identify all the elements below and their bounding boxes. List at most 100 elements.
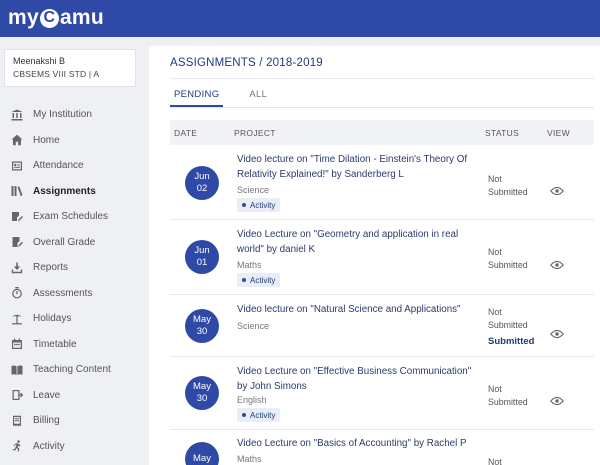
- tag-label: Activity: [250, 200, 276, 210]
- sidebar-item-label: Holidays: [33, 313, 72, 325]
- logo-text-right: amu: [59, 6, 105, 29]
- status-text: Not Submitted: [488, 247, 528, 270]
- sidebar-item-billing[interactable]: Billing: [0, 408, 143, 434]
- sidebar-item-overall-grade[interactable]: Overall Grade: [0, 230, 143, 256]
- status-text: Not Submitted: [488, 174, 528, 197]
- assignment-subject: Science: [237, 321, 270, 331]
- assignments-panel: ASSIGNMENTS / 2018-2019 PENDING ALL DATE…: [149, 46, 600, 465]
- activity-tag: Activity: [237, 198, 281, 212]
- top-bar: my Camu: [0, 0, 600, 37]
- date-day: 30: [196, 393, 208, 404]
- activity-tag: Activity: [237, 408, 281, 422]
- logo-text-left: my: [8, 6, 39, 29]
- profile-card[interactable]: Meenakshi B CBSEMS VIII STD | A: [4, 49, 136, 87]
- date-badge: May: [185, 442, 219, 465]
- table-row[interactable]: Jun 02 Video lecture on "Time Dilation -…: [170, 145, 594, 220]
- sidebar-item-label: Attendance: [33, 160, 84, 172]
- tab-pending[interactable]: PENDING: [170, 89, 224, 107]
- holiday-icon: [10, 312, 24, 326]
- tag-label: Activity: [250, 275, 276, 285]
- tag-dot: [242, 203, 246, 207]
- sidebar-item-label: Activity: [33, 440, 65, 452]
- date-day: 02: [196, 183, 208, 194]
- date-month: May: [193, 381, 211, 392]
- column-header-status: STATUS: [485, 128, 520, 138]
- tag-dot: [242, 413, 246, 417]
- sidebar-nav: My Institution Home Attendance Assignmen…: [0, 102, 143, 459]
- submitted-status-text: Submitted: [488, 336, 535, 347]
- assignments-icon: [10, 184, 24, 198]
- leave-icon: [10, 388, 24, 402]
- tag-label: Activity: [250, 410, 276, 420]
- status-text: Not: [488, 457, 502, 465]
- billing-icon: [10, 414, 24, 428]
- sidebar-item-label: Exam Schedules: [33, 211, 109, 223]
- assignment-subject: Science: [237, 185, 270, 195]
- download-icon: [10, 261, 24, 275]
- sidebar-item-assignments[interactable]: Assignments: [0, 179, 143, 205]
- profile-name: Meenakshi B: [13, 56, 66, 66]
- sidebar-item-attendance[interactable]: Attendance: [0, 153, 143, 179]
- table-row[interactable]: May 30 Video Lecture on "Effective Busin…: [170, 357, 594, 430]
- date-day: 30: [196, 326, 208, 337]
- sidebar-item-teaching-content[interactable]: Teaching Content: [0, 357, 143, 383]
- title-divider: [170, 78, 594, 79]
- institution-icon: [10, 108, 24, 122]
- logo-c-mark: C: [39, 8, 59, 28]
- sidebar: Meenakshi B CBSEMS VIII STD | A My Insti…: [0, 37, 143, 465]
- assignment-title-link[interactable]: Video Lecture on "Geometry and applicati…: [237, 227, 477, 257]
- table-row[interactable]: Jun 01 Video Lecture on "Geometry and ap…: [170, 220, 594, 295]
- assignment-subject: Maths: [237, 454, 262, 464]
- table-row[interactable]: May Video Lecture on "Basics of Accounti…: [170, 430, 594, 465]
- status-text: Not Submitted: [488, 384, 528, 407]
- view-eye-icon[interactable]: [550, 393, 564, 406]
- sidebar-item-activity[interactable]: Activity: [0, 434, 143, 460]
- sidebar-item-label: Assignments: [33, 185, 96, 197]
- sidebar-item-assessments[interactable]: Assessments: [0, 281, 143, 307]
- sidebar-item-label: Overall Grade: [33, 236, 96, 248]
- sidebar-item-label: Reports: [33, 262, 69, 274]
- table-header: DATE PROJECT STATUS VIEW: [170, 120, 594, 145]
- page-title: ASSIGNMENTS / 2018-2019: [170, 57, 323, 69]
- date-month: May: [193, 453, 211, 464]
- mycamu-logo[interactable]: my Camu: [8, 4, 104, 32]
- sidebar-item-reports[interactable]: Reports: [0, 255, 143, 281]
- timer-icon: [10, 286, 24, 300]
- assignment-title-link[interactable]: Video lecture on "Time Dilation - Einste…: [237, 152, 477, 182]
- table-row[interactable]: May 30 Video lecture on "Natural Science…: [170, 295, 594, 357]
- sidebar-item-label: Timetable: [33, 338, 77, 350]
- tag-dot: [242, 278, 246, 282]
- sidebar-item-label: Billing: [33, 415, 60, 427]
- date-month: May: [193, 314, 211, 325]
- date-month: Jun: [194, 245, 210, 256]
- sidebar-item-my-institution[interactable]: My Institution: [0, 102, 143, 128]
- column-header-project: PROJECT: [234, 128, 276, 138]
- sidebar-item-exam-schedules[interactable]: Exam Schedules: [0, 204, 143, 230]
- sidebar-item-label: Home: [33, 134, 60, 146]
- sidebar-item-leave[interactable]: Leave: [0, 383, 143, 409]
- sidebar-item-timetable[interactable]: Timetable: [0, 332, 143, 358]
- assignment-subject: Maths: [237, 260, 262, 270]
- sidebar-item-home[interactable]: Home: [0, 128, 143, 154]
- sidebar-item-holidays[interactable]: Holidays: [0, 306, 143, 332]
- attendance-icon: [10, 159, 24, 173]
- assignment-subject: English: [237, 395, 267, 405]
- tabs-divider: [170, 107, 594, 108]
- view-eye-icon[interactable]: [550, 183, 564, 196]
- assignment-title-link[interactable]: Video lecture on "Natural Science and Ap…: [237, 302, 487, 317]
- exam-schedule-icon: [10, 210, 24, 224]
- date-badge: May 30: [185, 376, 219, 410]
- column-header-view: VIEW: [547, 128, 570, 138]
- assignment-title-link[interactable]: Video Lecture on "Basics of Accounting" …: [237, 436, 497, 451]
- sidebar-item-label: My Institution: [33, 109, 92, 121]
- sidebar-item-label: Leave: [33, 389, 61, 401]
- view-eye-icon[interactable]: [550, 257, 564, 270]
- tab-all[interactable]: ALL: [245, 89, 271, 107]
- view-eye-icon[interactable]: [550, 326, 564, 339]
- grade-icon: [10, 235, 24, 249]
- date-badge: Jun 02: [185, 166, 219, 200]
- status-text: Not Submitted: [488, 307, 528, 330]
- sidebar-item-label: Assessments: [33, 287, 93, 299]
- date-month: Jun: [194, 171, 210, 182]
- assignment-title-link[interactable]: Video Lecture on "Effective Business Com…: [237, 364, 477, 394]
